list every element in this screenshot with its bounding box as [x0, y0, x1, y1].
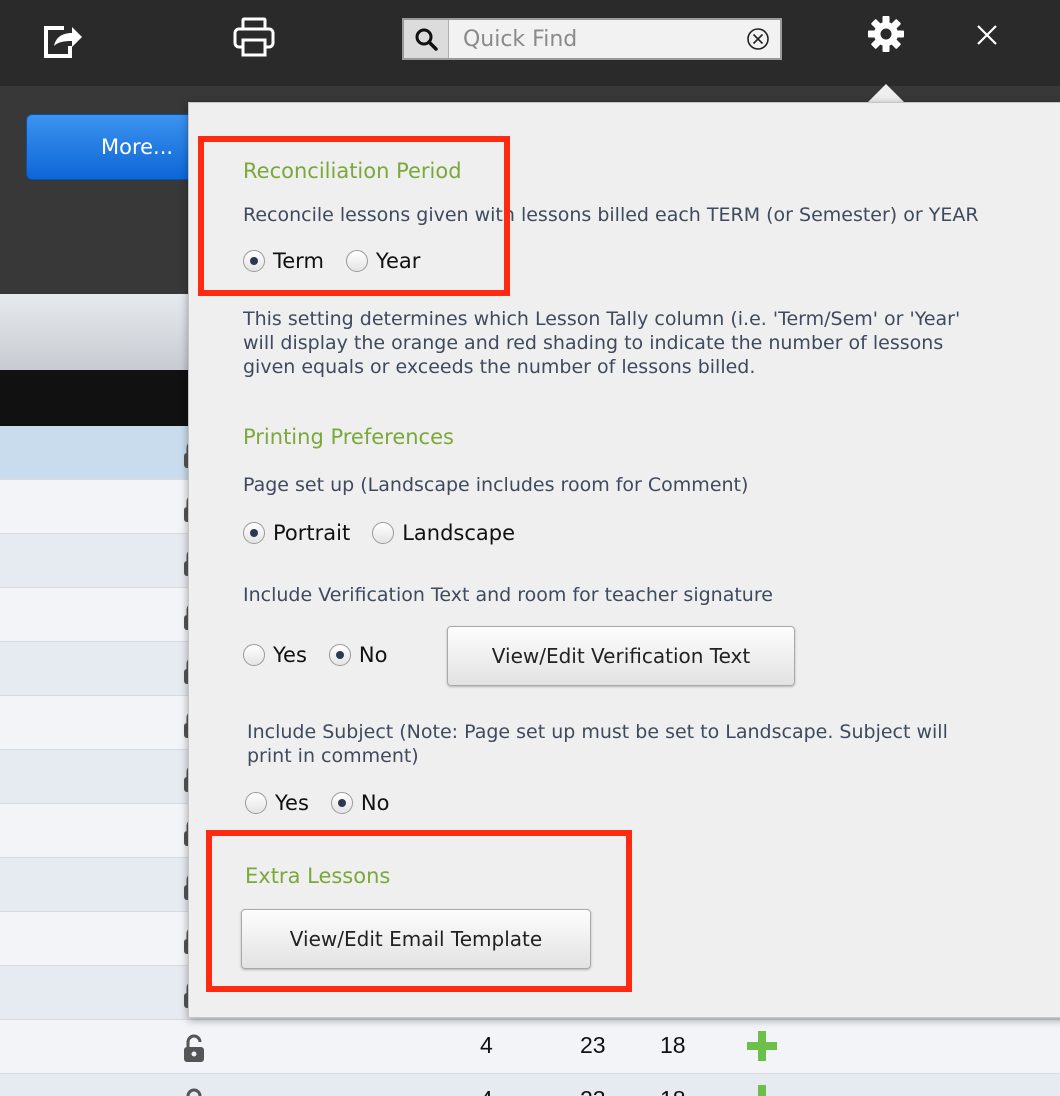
reconciliation-period-title: Reconciliation Period [243, 159, 462, 183]
table-row[interactable]: 4 23 18 [0, 1020, 1060, 1074]
page-setup-label: Page set up (Landscape includes room for… [243, 474, 749, 496]
radio-verification-no[interactable]: No [328, 643, 388, 667]
radio-term[interactable]: Term [243, 249, 324, 273]
search-icon [415, 28, 438, 51]
gear-icon[interactable] [866, 14, 906, 54]
radio-portrait-label: Portrait [273, 521, 351, 545]
radio-verification-yes-label: Yes [273, 643, 307, 667]
extra-lessons-title: Extra Lessons [245, 864, 391, 888]
search-button[interactable] [404, 20, 449, 58]
reconciliation-note: This setting determines which Lesson Tal… [243, 308, 961, 378]
popover-arrow [866, 84, 906, 104]
lock-open-icon[interactable] [182, 1088, 206, 1096]
radio-selected-dot [337, 799, 346, 807]
view-edit-email-template-button[interactable]: View/Edit Email Template [241, 909, 591, 969]
lock-open-icon[interactable] [182, 1034, 206, 1064]
page-setup-radio-group: Portrait Landscape [243, 521, 537, 545]
share-export-icon[interactable] [40, 20, 84, 60]
verification-radio-group: Yes No [243, 643, 409, 667]
radio-subject-yes[interactable]: Yes [245, 791, 309, 815]
radio-subject-no[interactable]: No [330, 791, 390, 815]
settings-popover: Reconciliation Period Reconcile lessons … [188, 102, 1060, 1018]
lessons-count-cell: 18 [660, 1032, 686, 1058]
radio-subject-yes-label: Yes [275, 791, 309, 815]
quick-find-search [402, 18, 782, 60]
lessons-count-cell: 23 [580, 1032, 606, 1058]
reconciliation-radio-group: Term Year [243, 249, 442, 273]
radio-portrait[interactable]: Portrait [243, 521, 350, 545]
radio-landscape[interactable]: Landscape [372, 521, 515, 545]
radio-subject-no-label: No [360, 791, 390, 815]
clear-circle-icon [747, 28, 770, 50]
table-row[interactable]: 4 23 18 [0, 1074, 1060, 1096]
radio-selected-dot [335, 651, 344, 659]
view-edit-verification-text-button[interactable]: View/Edit Verification Text [447, 626, 795, 686]
printing-preferences-title: Printing Preferences [243, 425, 454, 449]
close-icon[interactable] [972, 20, 1002, 50]
radio-selected-dot [250, 529, 258, 537]
lessons-count-cell: 4 [480, 1086, 493, 1096]
lessons-count-cell: 4 [480, 1032, 493, 1058]
radio-verification-no-label: No [358, 643, 388, 667]
lessons-count-cell: 18 [660, 1086, 686, 1096]
radio-landscape-label: Landscape [402, 521, 516, 545]
reconciliation-description: Reconcile lessons given with lessons bil… [243, 204, 979, 226]
radio-year-label: Year [375, 249, 421, 273]
radio-selected-dot [250, 257, 258, 265]
radio-verification-yes[interactable]: Yes [243, 643, 307, 667]
print-icon[interactable] [232, 16, 276, 58]
clear-search-button[interactable] [736, 20, 780, 58]
quick-find-input[interactable] [448, 20, 737, 58]
add-plus-icon[interactable] [746, 1084, 778, 1096]
radio-term-label: Term [273, 249, 324, 273]
add-plus-icon[interactable] [746, 1030, 778, 1062]
lessons-count-cell: 23 [580, 1086, 606, 1096]
top-toolbar [0, 0, 1060, 86]
radio-year[interactable]: Year [345, 249, 421, 273]
include-subject-label: Include Subject (Note: Page set up must … [247, 721, 948, 767]
subject-radio-group: Yes No [245, 791, 411, 815]
verification-label: Include Verification Text and room for t… [243, 584, 773, 606]
